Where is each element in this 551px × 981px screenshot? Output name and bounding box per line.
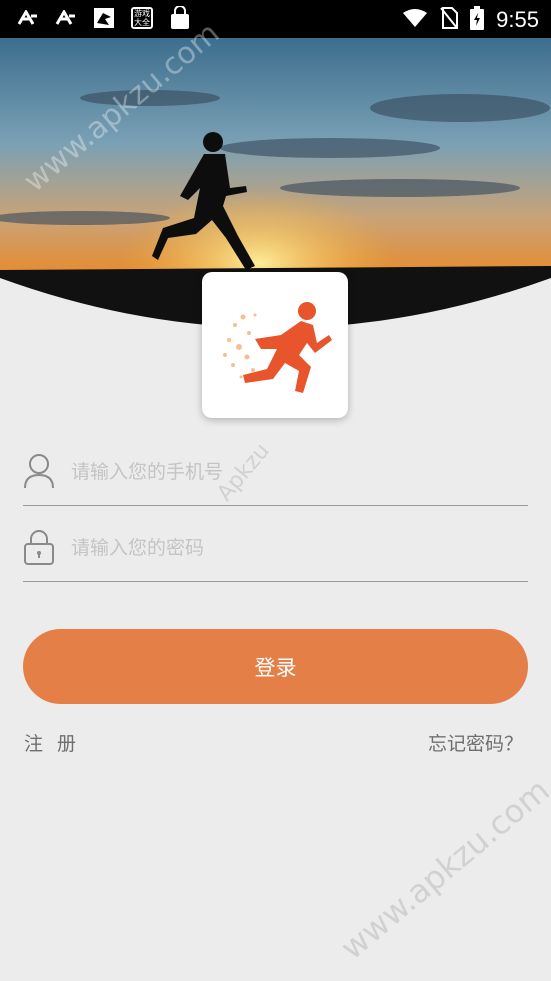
lock-icon [23, 529, 55, 565]
app-logo [202, 272, 348, 418]
battery-charging-icon [470, 6, 485, 34]
login-button[interactable]: 登录 [23, 629, 528, 704]
register-link[interactable]: 注 册 [24, 729, 80, 756]
game-app-icon: 游戏大全 [130, 6, 154, 30]
no-sim-icon [440, 7, 459, 33]
password-field [23, 521, 528, 582]
shopping-bag-icon [168, 6, 192, 30]
status-bar: 游戏大全 9:55 [0, 0, 551, 38]
running-man-logo-icon [223, 302, 332, 393]
forgot-password-link[interactable]: 忘记密码？ [428, 729, 523, 756]
a-logo-icon [16, 6, 40, 30]
user-icon [23, 453, 55, 489]
game-app-label: 游戏大全 [131, 7, 153, 29]
phone-field [23, 445, 528, 506]
bird-app-icon [92, 6, 116, 30]
status-time: 9:55 [496, 7, 539, 32]
watermark-bottom: www.apkzu.com [333, 770, 551, 968]
notification-icons: 游戏大全 [16, 6, 192, 30]
system-icons: 9:55 [402, 6, 539, 34]
phone-input[interactable] [69, 451, 513, 493]
wifi-icon [402, 8, 428, 32]
a-logo-icon [54, 6, 78, 30]
password-input[interactable] [69, 527, 513, 569]
